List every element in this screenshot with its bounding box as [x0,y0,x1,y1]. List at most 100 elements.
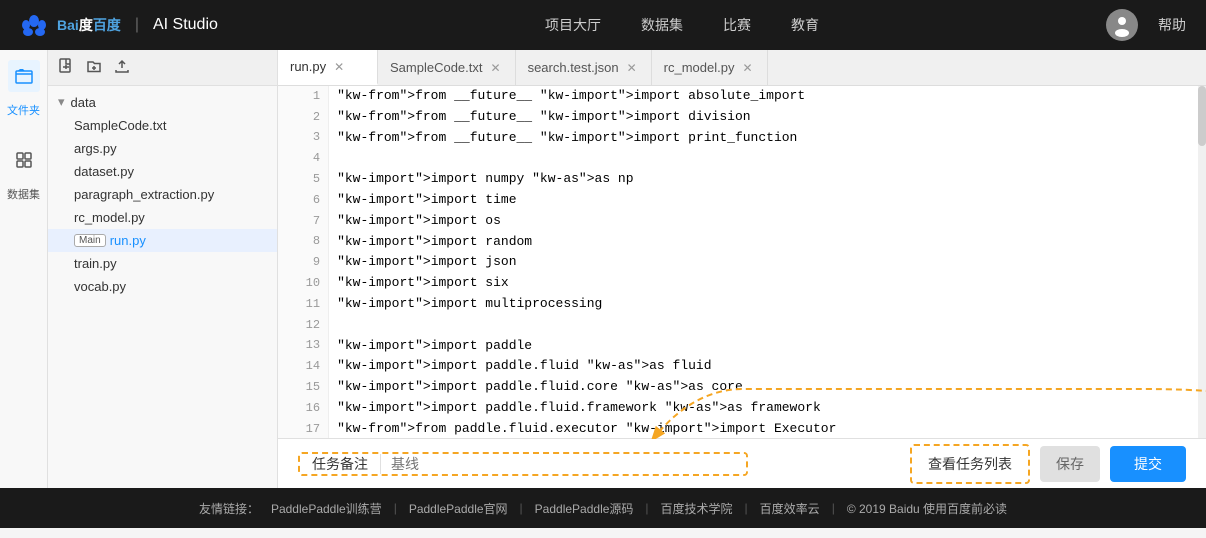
upload-btn[interactable] [114,58,130,77]
line-number: 14 [278,356,329,377]
line-number: 12 [278,315,329,336]
line-content: "kw-import">import paddle.fluid.framewor… [329,398,1198,419]
footer-divider: | [394,501,397,515]
main-badge: Main [74,234,106,247]
editor-tabs: run.py ✕ SampleCode.txt ✕ search.test.js… [278,50,1206,86]
line-content: "kw-import">import json [329,252,1198,273]
footer-copyright: © 2019 Baidu 使用百度前必读 [847,500,1007,517]
code-line: 4 [278,148,1198,169]
code-line: 3 "kw-from">from __future__ "kw-import">… [278,128,1198,149]
ai-studio-label: AI Studio [153,16,218,34]
code-editor-wrapper: ◀ 1 "kw-from">from __future__ "kw-import… [278,86,1206,438]
baidu-logo: Bai度百度 [20,13,121,37]
line-content [329,315,1198,336]
sidebar-datasets-icon[interactable] [8,144,40,176]
file-name: paragraph_extraction.py [74,187,214,202]
file-item-samplecode[interactable]: SampleCode.txt [48,114,277,137]
tab-samplecode[interactable]: SampleCode.txt ✕ [378,50,516,85]
view-tasks-button[interactable]: 查看任务列表 [910,444,1030,484]
nav-item-datasets[interactable]: 数据集 [641,15,683,35]
file-item-rcmodel[interactable]: rc_model.py [48,206,277,229]
line-number: 9 [278,252,329,273]
file-toolbar [48,50,277,86]
folder-data[interactable]: ▾ data [48,90,277,114]
help-link[interactable]: 帮助 [1158,15,1186,35]
code-line: 13 "kw-import">import paddle [278,336,1198,357]
close-icon[interactable]: ✕ [489,60,503,76]
save-button[interactable]: 保存 [1040,446,1100,482]
file-item-dataset[interactable]: dataset.py [48,160,277,183]
code-line: 15 "kw-import">import paddle.fluid.core … [278,377,1198,398]
scrollbar[interactable] [1198,86,1206,438]
sidebar-files-icon[interactable] [8,60,40,92]
line-number: 15 [278,377,329,398]
avatar[interactable] [1106,9,1138,41]
code-line: 12 [278,315,1198,336]
tab-label: SampleCode.txt [390,60,483,75]
file-name: run.py [110,233,146,248]
nav-menu: 项目大厅 数据集 比赛 教育 [258,15,1106,35]
code-line: 14 "kw-import">import paddle.fluid "kw-a… [278,356,1198,377]
footer-link-baiduai[interactable]: 百度技术学院 [661,500,733,517]
line-number: 4 [278,148,329,169]
close-icon[interactable]: ✕ [740,60,754,76]
line-number: 11 [278,294,329,315]
task-input-group: 任务备注 [298,452,748,476]
code-line: 1 "kw-from">from __future__ "kw-import">… [278,86,1198,107]
line-number: 7 [278,211,329,232]
tab-label: rc_model.py [664,60,735,75]
file-list: ▾ data SampleCode.txt args.py dataset.py… [48,86,277,488]
file-item-vocab[interactable]: vocab.py [48,275,277,298]
line-number: 8 [278,232,329,253]
scrollbar-thumb[interactable] [1198,86,1206,146]
folder-name: data [71,95,96,110]
footer-link-paddlesource[interactable]: PaddlePaddle源码 [535,500,634,517]
file-name: SampleCode.txt [74,118,167,133]
line-content: "kw-import">import time [329,190,1198,211]
footer-link-paddlecamp[interactable]: PaddlePaddle训练营 [271,500,382,517]
footer-divider: | [745,501,748,515]
editor-area: run.py ✕ SampleCode.txt ✕ search.test.js… [278,50,1206,488]
file-item-paragraph[interactable]: paragraph_extraction.py [48,183,277,206]
tab-searchtestjson[interactable]: search.test.json ✕ [516,50,652,85]
new-file-btn[interactable] [58,58,74,77]
code-line: 17 "kw-from">from paddle.fluid.executor … [278,419,1198,438]
file-name: args.py [74,141,117,156]
code-line: 16 "kw-import">import paddle.fluid.frame… [278,398,1198,419]
file-item-args[interactable]: args.py [48,137,277,160]
code-line: 10 "kw-import">import six [278,273,1198,294]
top-navigation: Bai度百度 | AI Studio 项目大厅 数据集 比赛 教育 帮助 [0,0,1206,50]
footer-link-baiducloud[interactable]: 百度效率云 [760,500,820,517]
tab-label: run.py [290,59,326,74]
line-number: 13 [278,336,329,357]
line-content: "kw-import">import numpy "kw-as">as np [329,169,1198,190]
tab-runpy[interactable]: run.py ✕ [278,50,378,85]
line-content: "kw-from">from __future__ "kw-import">im… [329,128,1198,149]
file-item-train[interactable]: train.py [48,252,277,275]
footer-link-paddleofficial[interactable]: PaddlePaddle官网 [409,500,508,517]
line-content: "kw-import">import multiprocessing [329,294,1198,315]
line-content [329,148,1198,169]
file-item-runpy[interactable]: Main run.py [48,229,277,252]
footer-divider: | [645,501,648,515]
close-icon[interactable]: ✕ [625,60,639,76]
line-content: "kw-from">from __future__ "kw-import">im… [329,107,1198,128]
nav-item-competition[interactable]: 比赛 [723,15,751,35]
tab-rcmodel[interactable]: rc_model.py ✕ [652,50,768,85]
code-line: 6 "kw-import">import time [278,190,1198,211]
baseline-input[interactable] [381,454,746,474]
submit-button[interactable]: 提交 [1110,446,1186,482]
line-content: "kw-import">import paddle.fluid "kw-as">… [329,356,1198,377]
code-line: 5 "kw-import">import numpy "kw-as">as np [278,169,1198,190]
code-line: 2 "kw-from">from __future__ "kw-import">… [278,107,1198,128]
nav-item-projects[interactable]: 项目大厅 [545,15,601,35]
nav-item-education[interactable]: 教育 [791,15,819,35]
code-editor[interactable]: 1 "kw-from">from __future__ "kw-import">… [278,86,1198,438]
close-icon[interactable]: ✕ [332,59,346,75]
datasets-label: 数据集 [7,186,40,202]
line-content: "kw-import">import random [329,232,1198,253]
line-content: "kw-import">import paddle [329,336,1198,357]
line-content: "kw-from">from paddle.fluid.executor "kw… [329,419,1198,438]
new-folder-btn[interactable] [86,58,102,77]
file-explorer: ▾ data SampleCode.txt args.py dataset.py… [48,50,278,488]
